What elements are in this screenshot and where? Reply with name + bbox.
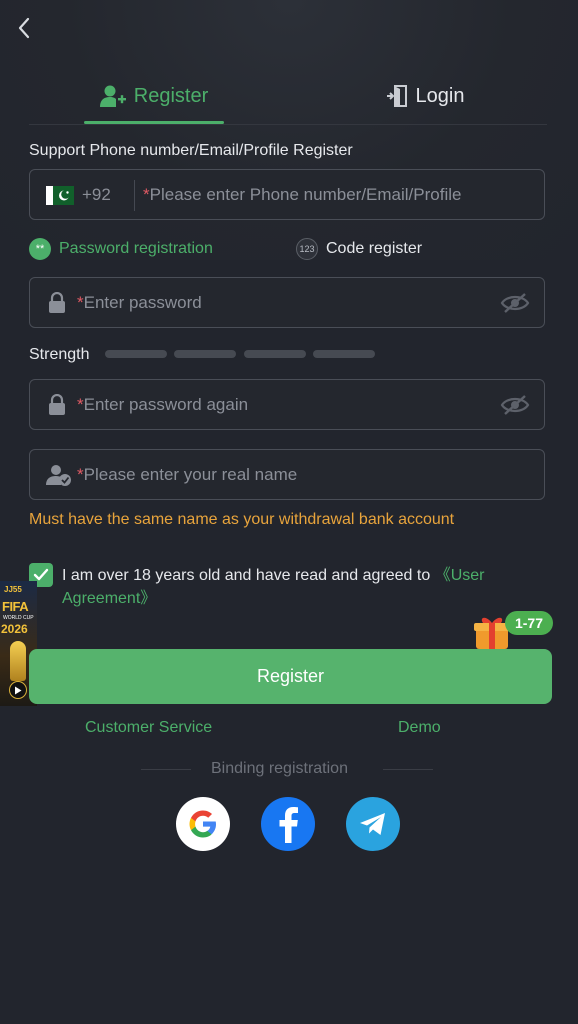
customer-service-link[interactable]: Customer Service [85,719,212,737]
password-registration-option[interactable]: ** Password registration [29,238,213,260]
login-door-icon [386,85,407,107]
eye-off-icon[interactable] [500,292,530,314]
lock-icon [49,393,65,415]
user-add-icon [99,85,126,107]
register-button[interactable]: Register [29,649,552,704]
password-input-placeholder[interactable]: *Enter password [77,293,202,313]
country-code[interactable]: +92 [82,185,111,205]
strength-bar-segment [313,350,375,358]
strength-label: Strength [29,346,90,363]
demo-link[interactable]: Demo [398,719,441,737]
divider-line [141,769,191,770]
lock-icon [49,291,65,313]
real-name-input-placeholder[interactable]: *Please enter your real name [77,465,297,485]
real-name-field[interactable]: *Please enter your real name [29,449,545,500]
phone-input-placeholder[interactable]: *Please enter Phone number/Email/Profile [143,185,461,205]
password-mode-icon: ** [29,238,51,260]
play-icon[interactable] [9,681,27,699]
tab-divider [29,124,547,125]
back-button[interactable] [10,14,38,42]
strength-bar-segment [244,350,306,358]
binding-registration-label: Binding registration [211,760,348,777]
tab-register[interactable]: Register [84,76,224,116]
google-icon [189,810,216,838]
strength-bar-segment [174,350,236,358]
tab-login[interactable]: Login [370,76,480,116]
tab-register-label: Register [133,84,209,107]
facebook-login-button[interactable] [261,797,315,851]
promo-badge[interactable]: 1-77 [505,611,553,635]
active-tab-indicator [84,121,224,124]
password-registration-label: Password registration [59,240,213,257]
name-warning: Must have the same name as your withdraw… [29,511,455,528]
check-icon [33,568,49,581]
header-background [0,0,578,260]
field-separator [134,180,135,211]
pakistan-flag-icon[interactable] [46,186,74,205]
code-mode-icon: 123 [296,238,318,260]
trophy-icon [10,641,26,681]
chevron-left-icon [18,17,30,39]
google-login-button[interactable] [176,797,230,851]
register-method-label: Support Phone number/Email/Profile Regis… [29,142,353,159]
eye-off-icon[interactable] [500,394,530,416]
code-register-label: Code register [326,240,423,257]
facebook-icon [279,807,298,843]
user-verified-icon [46,464,71,486]
phone-field[interactable]: +92 *Please enter Phone number/Email/Pro… [29,169,545,220]
password-field[interactable]: *Enter password [29,277,545,328]
password-again-field[interactable]: *Enter password again [29,379,545,430]
divider-line [383,769,433,770]
tab-login-label: Login [415,84,465,107]
telegram-icon [360,813,385,835]
code-register-option[interactable]: 123 Code register [296,238,422,260]
password-again-input-placeholder[interactable]: *Enter password again [77,395,248,415]
agreement-text: I am over 18 years old and have read and… [62,567,485,607]
strength-bar-segment [105,350,167,358]
telegram-login-button[interactable] [346,797,400,851]
